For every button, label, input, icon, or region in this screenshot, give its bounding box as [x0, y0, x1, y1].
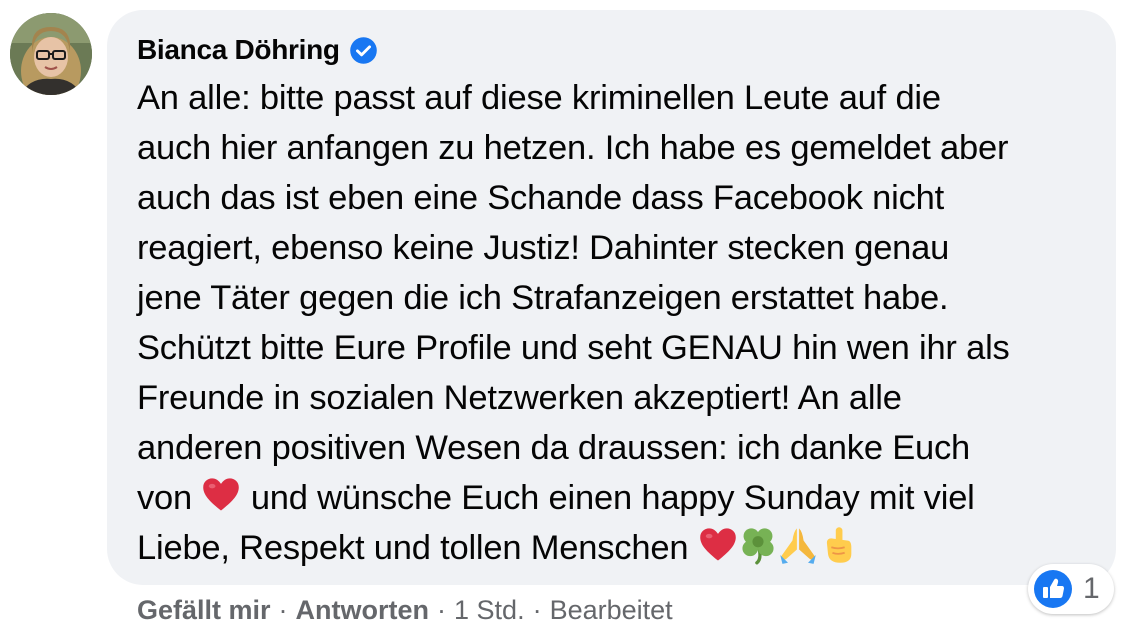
avatar-image: [10, 13, 92, 95]
comment-line: An alle: bitte passt auf diese kriminell…: [137, 79, 941, 117]
comment-line: auch das ist eben eine Schande dass Face…: [137, 179, 945, 217]
heart-emoji-icon: [698, 525, 738, 565]
comment-line: Liebe, Respekt und tollen Menschen: [137, 523, 1097, 573]
comment-line: jene Täter gegen die ich Strafanzeigen e…: [137, 279, 949, 317]
edited-label[interactable]: Bearbeitet: [550, 595, 673, 626]
avatar[interactable]: [10, 13, 92, 95]
verified-badge-icon: [349, 36, 378, 65]
author-name[interactable]: Bianca Döhring: [137, 34, 340, 66]
comment-line: anderen positiven Wesen da draussen: ich…: [137, 429, 971, 467]
comment-line: von und wünsche Euch einen happy Sunday …: [137, 473, 1097, 523]
like-icon: [1033, 569, 1073, 609]
folded-hands-emoji-icon: [778, 525, 818, 565]
comment-line: auch hier anfangen zu hetzen. Ich habe e…: [137, 129, 1009, 167]
separator: ·: [437, 594, 447, 625]
comment-line: Schützt bitte Eure Profile und seht GENA…: [137, 329, 1010, 367]
separator: ·: [532, 594, 542, 625]
timestamp-link[interactable]: 1 Std.: [454, 595, 525, 626]
comment-actions: Gefällt mir · Antworten · 1 Std. · Bearb…: [137, 590, 673, 630]
comment-container: Bianca Döhring An alle: bitte passt auf …: [0, 0, 1138, 641]
reaction-count: 1: [1083, 572, 1100, 605]
comment-text: An alle: bitte passt auf diese kriminell…: [137, 73, 1097, 573]
reply-button[interactable]: Antworten: [296, 595, 429, 626]
author-row: Bianca Döhring: [137, 28, 378, 72]
comment-line: reagiert, ebenso keine Justiz! Dahinter …: [137, 229, 950, 267]
reaction-summary[interactable]: 1: [1028, 564, 1114, 614]
heart-emoji-icon: [201, 475, 241, 515]
hand-gesture-emoji-icon: [818, 525, 858, 565]
separator: ·: [278, 594, 288, 625]
comment-line: Freunde in sozialen Netzwerken akzeptier…: [137, 379, 902, 417]
line-text: Liebe, Respekt und tollen Menschen: [137, 529, 689, 567]
line-text: und wünsche Euch einen happy Sunday mit …: [250, 479, 975, 517]
line-text: von: [137, 479, 193, 517]
shamrock-emoji-icon: [738, 525, 778, 565]
like-button[interactable]: Gefällt mir: [137, 595, 271, 626]
